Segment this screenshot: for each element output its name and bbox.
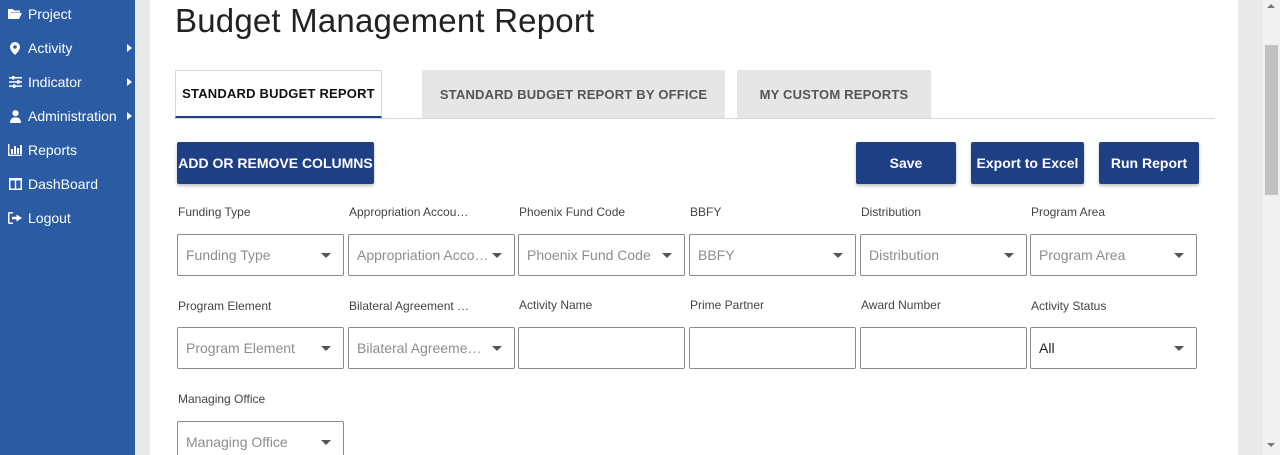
caret-down-icon — [662, 253, 672, 258]
caret-down-icon — [321, 346, 331, 351]
sign-out-icon — [8, 211, 22, 225]
funding-type-placeholder: Funding Type — [186, 247, 271, 263]
sidebar-item-dashboard[interactable]: DashBoard — [0, 167, 135, 201]
managing-office-select[interactable]: Managing Office — [177, 421, 344, 455]
caret-down-icon — [492, 346, 502, 351]
funding-type-label: Funding Type — [178, 205, 251, 219]
appropriation-account-placeholder: Appropriation Acco… — [357, 247, 489, 263]
sidebar-item-indicator[interactable]: Indicator — [0, 65, 135, 99]
sidebar: Project Activity Indicator Administratio… — [0, 0, 135, 455]
sidebar-item-activity[interactable]: Activity — [0, 31, 135, 65]
caret-down-icon — [321, 440, 331, 445]
tab-divider — [175, 118, 1215, 119]
sidebar-item-label: Indicator — [28, 74, 82, 90]
prime-partner-label: Prime Partner — [690, 298, 765, 312]
sidebar-item-label: Project — [28, 6, 72, 22]
activity-status-label: Activity Status — [1031, 299, 1107, 313]
sliders-icon — [8, 75, 22, 89]
bilateral-agreement-select[interactable]: Bilateral Agreemen… — [348, 327, 515, 369]
bar-chart-icon — [8, 143, 22, 157]
appropriation-account-select[interactable]: Appropriation Acco… — [348, 234, 515, 276]
sidebar-item-label: Reports — [28, 142, 78, 158]
sidebar-item-logout[interactable]: Logout — [0, 201, 135, 235]
folder-open-icon — [8, 7, 22, 21]
scroll-up-icon[interactable] — [1267, 4, 1275, 8]
map-marker-icon — [8, 41, 22, 55]
sidebar-item-label: DashBoard — [28, 176, 99, 192]
caret-down-icon — [1004, 253, 1014, 258]
activity-status-value: All — [1039, 340, 1055, 356]
bbfy-placeholder: BBFY — [698, 247, 735, 263]
program-element-select[interactable]: Program Element — [177, 327, 344, 369]
program-element-placeholder: Program Element — [186, 340, 295, 356]
user-icon — [8, 109, 22, 123]
program-area-select[interactable]: Program Area — [1030, 234, 1197, 276]
export-to-excel-button[interactable]: Export to Excel — [971, 142, 1084, 184]
funding-type-select[interactable]: Funding Type — [177, 234, 344, 276]
save-button[interactable]: Save — [856, 142, 956, 184]
distribution-label: Distribution — [861, 205, 922, 219]
caret-down-icon — [1174, 346, 1184, 351]
managing-office-label: Managing Office — [178, 392, 266, 406]
scroll-down-icon[interactable] — [1267, 443, 1275, 447]
caret-down-icon — [321, 253, 331, 258]
bilateral-agreement-placeholder: Bilateral Agreemen… — [357, 340, 489, 356]
columns-icon — [8, 177, 22, 191]
bbfy-label: BBFY — [690, 205, 722, 219]
add-remove-columns-button[interactable]: ADD OR REMOVE COLUMNS — [177, 142, 374, 184]
award-number-input[interactable] — [860, 327, 1027, 369]
caret-down-icon — [833, 253, 843, 258]
sidebar-item-label: Logout — [28, 210, 71, 226]
activity-status-select[interactable]: All — [1030, 327, 1197, 369]
activity-name-input[interactable] — [518, 327, 685, 369]
appropriation-account-label: Appropriation Accou… — [349, 205, 469, 219]
distribution-select[interactable]: Distribution — [860, 234, 1027, 276]
tab-standard-budget-report[interactable]: STANDARD BUDGET REPORT — [175, 70, 382, 118]
sidebar-item-reports[interactable]: Reports — [0, 133, 135, 167]
managing-office-placeholder: Managing Office — [186, 434, 288, 450]
page-scrollbar[interactable] — [1263, 0, 1280, 455]
phoenix-fund-code-placeholder: Phoenix Fund Code — [527, 247, 651, 263]
activity-name-label: Activity Name — [519, 298, 593, 312]
sidebar-item-label: Administration — [28, 108, 117, 124]
distribution-placeholder: Distribution — [869, 247, 940, 263]
phoenix-fund-code-label: Phoenix Fund Code — [519, 205, 626, 219]
sidebar-item-administration[interactable]: Administration — [0, 99, 135, 133]
chevron-right-icon — [127, 112, 132, 120]
phoenix-fund-code-select[interactable]: Phoenix Fund Code — [518, 234, 685, 276]
chevron-right-icon — [127, 44, 132, 52]
caret-down-icon — [492, 253, 502, 258]
award-number-label: Award Number — [861, 298, 941, 312]
program-area-label: Program Area — [1031, 205, 1106, 219]
caret-down-icon — [1174, 253, 1184, 258]
main-panel: Budget Management Report STANDARD BUDGET… — [150, 0, 1238, 455]
program-area-placeholder: Program Area — [1039, 247, 1126, 263]
scrollbar-thumb[interactable] — [1265, 45, 1278, 195]
run-report-button[interactable]: Run Report — [1099, 142, 1199, 184]
sidebar-item-label: Activity — [28, 40, 73, 56]
bbfy-select[interactable]: BBFY — [689, 234, 856, 276]
chevron-right-icon — [127, 78, 132, 86]
tab-standard-budget-report-by-office[interactable]: STANDARD BUDGET REPORT BY OFFICE — [422, 70, 725, 118]
bilateral-agreement-label: Bilateral Agreement … — [349, 299, 470, 313]
sidebar-item-project[interactable]: Project — [0, 0, 135, 31]
prime-partner-input[interactable] — [689, 327, 856, 369]
page-title: Budget Management Report — [175, 2, 595, 39]
tab-my-custom-reports[interactable]: MY CUSTOM REPORTS — [737, 70, 931, 118]
program-element-label: Program Element — [178, 299, 272, 313]
